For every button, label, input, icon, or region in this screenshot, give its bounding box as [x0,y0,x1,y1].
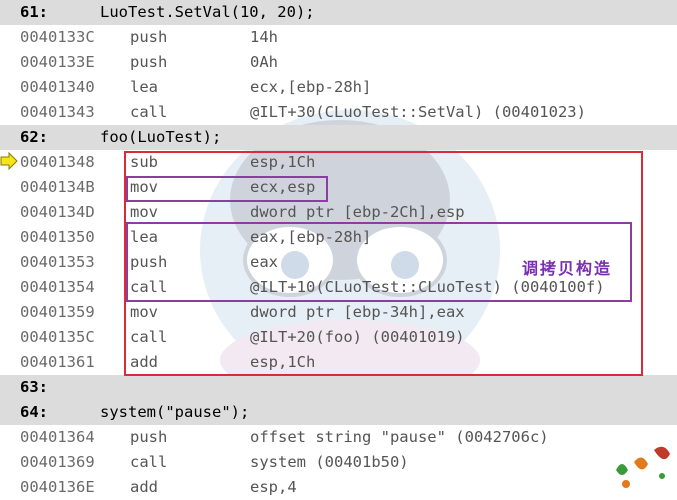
source-line[interactable]: 62: foo(LuoTest); [0,125,677,150]
mnemonic: lea [130,78,158,96]
source-code: LuoTest.SetVal(10, 20); [100,3,315,21]
instruction-address: 0040134D [20,203,95,221]
instruction-address: 0040136E [20,478,95,496]
instruction-address: 00401348 [20,153,95,171]
instruction-address: 00401354 [20,278,95,296]
instruction-address: 0040134B [20,178,95,196]
line-number: 63: [20,378,48,396]
source-code: foo(LuoTest); [100,128,222,146]
mnemonic: push [130,428,168,446]
mnemonic: call [130,453,168,471]
source-line[interactable]: 64: system("pause"); [0,400,677,425]
line-number: 61: [20,3,48,21]
operands: @ILT+30(CLuoTest::SetVal) (00401023) [250,103,586,121]
line-number: 62: [20,128,48,146]
instruction-address: 0040135C [20,328,95,346]
instruction-address: 0040133C [20,28,95,46]
instruction-address: 00401353 [20,253,95,271]
asm-line[interactable]: 00401343 call @ILT+30(CLuoTest::SetVal) (0… [0,100,677,125]
instruction-address: 00401369 [20,453,95,471]
mnemonic: call [130,103,168,121]
mnemonic: push [130,53,168,71]
mov-ecx-highlight-box [126,176,328,202]
asm-line[interactable]: 00401369 call system (00401b50) [0,450,677,475]
operands: 0Ah [250,53,278,71]
operands: offset string "pause" (0042706c) [250,428,549,446]
instruction-address: 00401359 [20,303,95,321]
instruction-address: 00401340 [20,78,95,96]
operands: esp,4 [250,478,297,496]
asm-line[interactable]: 00401340 lea ecx,[ebp-28h] [0,75,677,100]
disassembly-view[interactable]: 61: LuoTest.SetVal(10, 20); 0040133C push 14… [0,0,677,498]
instruction-address: 00401364 [20,428,95,446]
source-code: system("pause"); [100,403,250,421]
asm-line[interactable]: 00401364 push offset string "pause" (00427… [0,425,677,450]
source-line[interactable]: 61: LuoTest.SetVal(10, 20); [0,0,677,25]
instruction-address: 0040133E [20,53,95,71]
decorative-sticker-image [616,446,670,488]
copy-constructor-annotation: 调拷贝构造 [522,259,613,278]
asm-line[interactable]: 0040133C push 14h [0,25,677,50]
asm-line[interactable]: 0040136E add esp,4 [0,475,677,500]
instruction-address: 00401343 [20,103,95,121]
instruction-address: 00401350 [20,228,95,246]
arrow-right-icon [0,152,18,170]
mnemonic: push [130,28,168,46]
asm-line[interactable]: 0040133E push 0Ah [0,50,677,75]
mnemonic: add [130,478,158,496]
operands: 14h [250,28,278,46]
source-line[interactable]: 63: [0,375,677,400]
instruction-address: 00401361 [20,353,95,371]
line-number: 64: [20,403,48,421]
operands: system (00401b50) [250,453,409,471]
operands: ecx,[ebp-28h] [250,78,372,96]
